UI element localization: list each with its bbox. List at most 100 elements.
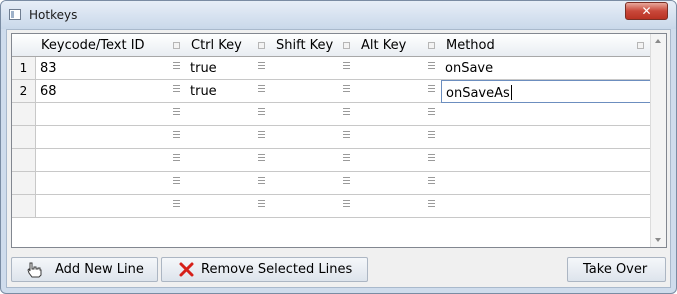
- cell-dropdown-icon[interactable]: [173, 131, 180, 141]
- cell-dropdown-icon[interactable]: [343, 62, 350, 72]
- column-header-method[interactable]: Method: [441, 34, 651, 57]
- column-header-alt[interactable]: Alt Key: [356, 34, 442, 57]
- cell-dropdown-icon[interactable]: [258, 62, 265, 72]
- cell-dropdown-icon[interactable]: [343, 131, 350, 141]
- window-icon: [9, 9, 21, 20]
- vertical-scrollbar[interactable]: [650, 34, 666, 247]
- cell-dropdown-icon[interactable]: [343, 200, 350, 210]
- cell-ctrl[interactable]: [186, 172, 272, 195]
- arrow-down-icon: [655, 238, 661, 242]
- scroll-down-button[interactable]: [651, 233, 666, 247]
- cell-keycode[interactable]: [36, 172, 187, 195]
- cell-dropdown-icon[interactable]: [258, 154, 265, 164]
- arrow-up-icon: [655, 39, 661, 43]
- cell-dropdown-icon[interactable]: [173, 177, 180, 187]
- column-header-ctrl[interactable]: Ctrl Key: [186, 34, 272, 57]
- cell-dropdown-icon[interactable]: [258, 177, 265, 187]
- column-filter-icon[interactable]: [258, 42, 265, 49]
- row-number[interactable]: [12, 126, 36, 149]
- cell-keycode[interactable]: [36, 195, 187, 218]
- cell-shift[interactable]: [271, 149, 357, 172]
- column-filter-icon[interactable]: [637, 42, 644, 49]
- cell-dropdown-icon[interactable]: [428, 131, 435, 141]
- cell-alt[interactable]: [356, 172, 442, 195]
- cell-dropdown-icon[interactable]: [258, 108, 265, 118]
- cell-method[interactable]: [441, 149, 651, 172]
- cell-alt[interactable]: [356, 195, 442, 218]
- cell-shift[interactable]: [271, 103, 357, 126]
- row-number[interactable]: [12, 195, 36, 218]
- cell-dropdown-icon[interactable]: [343, 85, 350, 95]
- cell-keycode[interactable]: [36, 103, 187, 126]
- column-header-keycode[interactable]: Keycode/Text ID: [36, 34, 187, 57]
- cell-shift[interactable]: [271, 57, 357, 80]
- cell-alt[interactable]: [356, 126, 442, 149]
- cell-edit-text[interactable]: onSaveAs: [446, 86, 510, 101]
- cell-shift[interactable]: [271, 195, 357, 218]
- cell-alt[interactable]: [356, 80, 442, 103]
- column-header-shift[interactable]: Shift Key: [271, 34, 357, 57]
- cell-keycode[interactable]: [36, 149, 187, 172]
- title-bar[interactable]: Hotkeys ✕: [1, 1, 676, 29]
- cell-alt[interactable]: [356, 57, 442, 80]
- cell-keycode[interactable]: 68: [36, 80, 187, 103]
- cell-ctrl[interactable]: true: [186, 80, 272, 103]
- cell-ctrl[interactable]: [186, 195, 272, 218]
- cell-dropdown-icon[interactable]: [173, 154, 180, 164]
- cell-shift[interactable]: [271, 172, 357, 195]
- cell-alt[interactable]: [356, 103, 442, 126]
- cell-dropdown-icon[interactable]: [343, 154, 350, 164]
- cell-method[interactable]: onSave: [441, 57, 651, 80]
- add-new-line-button[interactable]: Add New Line: [11, 257, 158, 282]
- red-x-icon: [179, 262, 194, 277]
- cell-dropdown-icon[interactable]: [343, 108, 350, 118]
- cell-value: true: [190, 84, 217, 99]
- take-over-button[interactable]: Take Over: [567, 257, 666, 282]
- cell-alt[interactable]: [356, 149, 442, 172]
- cell-method-editing[interactable]: onSaveAs: [441, 80, 651, 103]
- column-filter-icon[interactable]: [343, 42, 350, 49]
- cell-method[interactable]: [441, 126, 651, 149]
- column-header-label: Shift Key: [276, 38, 334, 53]
- cell-method[interactable]: [441, 172, 651, 195]
- cell-dropdown-icon[interactable]: [173, 200, 180, 210]
- cell-shift[interactable]: [271, 126, 357, 149]
- row-number[interactable]: [12, 149, 36, 172]
- close-button[interactable]: ✕: [625, 2, 668, 20]
- cell-method[interactable]: [441, 103, 651, 126]
- cell-ctrl[interactable]: true: [186, 57, 272, 80]
- close-icon: ✕: [641, 4, 652, 18]
- cell-dropdown-icon[interactable]: [258, 85, 265, 95]
- cell-keycode[interactable]: 83: [36, 57, 187, 80]
- cell-dropdown-icon[interactable]: [428, 85, 435, 95]
- cell-dropdown-icon[interactable]: [258, 200, 265, 210]
- cell-dropdown-icon[interactable]: [428, 200, 435, 210]
- cell-value: 83: [40, 61, 57, 76]
- cell-dropdown-icon[interactable]: [173, 108, 180, 118]
- cell-keycode[interactable]: [36, 126, 187, 149]
- cell-dropdown-icon[interactable]: [428, 154, 435, 164]
- cell-dropdown-icon[interactable]: [428, 108, 435, 118]
- row-number[interactable]: [12, 103, 36, 126]
- cell-dropdown-icon[interactable]: [428, 62, 435, 72]
- row-number[interactable]: [12, 172, 36, 195]
- window-client-area: Keycode/Text ID Ctrl Key Shift Key Alt K…: [6, 29, 671, 288]
- cell-ctrl[interactable]: [186, 103, 272, 126]
- cell-dropdown-icon[interactable]: [173, 62, 180, 72]
- row-number[interactable]: 1: [12, 57, 36, 80]
- cell-ctrl[interactable]: [186, 149, 272, 172]
- cell-dropdown-icon[interactable]: [428, 177, 435, 187]
- row-number[interactable]: 2: [12, 80, 36, 103]
- cell-method[interactable]: [441, 195, 651, 218]
- remove-selected-lines-button[interactable]: Remove Selected Lines: [161, 257, 368, 282]
- cell-ctrl[interactable]: [186, 126, 272, 149]
- cell-shift[interactable]: [271, 80, 357, 103]
- cell-value[interactable]: onSaveAs: [446, 85, 512, 101]
- scroll-up-button[interactable]: [651, 34, 666, 48]
- cell-dropdown-icon[interactable]: [258, 131, 265, 141]
- cell-value: onSave: [445, 61, 494, 76]
- cell-dropdown-icon[interactable]: [343, 177, 350, 187]
- cell-dropdown-icon[interactable]: [173, 85, 180, 95]
- column-filter-icon[interactable]: [428, 42, 435, 49]
- column-filter-icon[interactable]: [173, 42, 180, 49]
